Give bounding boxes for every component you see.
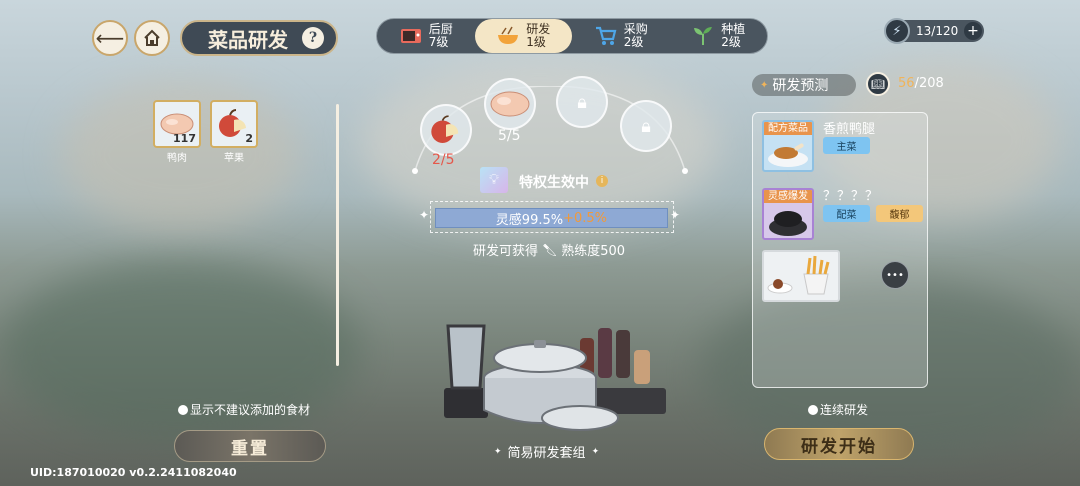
- research-slot-apple[interactable]: [420, 104, 472, 156]
- show-unrecommended-toggle[interactable]: 显示不建议添加的食材: [178, 401, 310, 418]
- apple-icon: [431, 115, 459, 143]
- book-max: 208: [918, 76, 944, 91]
- reward-text: 熟练度500: [561, 244, 626, 259]
- more-button[interactable]: •••: [881, 261, 909, 289]
- tab-kitchen[interactable]: 后厨 7级: [377, 19, 475, 53]
- kit-name-text: 简易研发套组: [507, 446, 586, 461]
- recipe-card[interactable]: 灵感爆发: [762, 188, 814, 240]
- back-button[interactable]: ⟵: [92, 20, 128, 56]
- bowl-icon: [496, 26, 520, 46]
- cart-icon: [594, 26, 618, 46]
- sparkle-icon: ✦: [670, 208, 681, 222]
- lightning-icon: ⚡: [884, 18, 910, 44]
- reward-prefix: 研发可获得: [473, 244, 539, 259]
- duck-amount: 5/5: [498, 128, 521, 144]
- research-slot-locked: 🔒︎: [620, 100, 672, 152]
- reset-label: 重置: [231, 438, 269, 459]
- info-icon[interactable]: i: [596, 175, 608, 187]
- sparkle-icon: ✦: [494, 446, 502, 457]
- help-button[interactable]: ?: [302, 27, 324, 49]
- apple-amount: 2/5: [432, 152, 455, 168]
- microwave-icon: [399, 26, 423, 46]
- stamina-counter: ⚡ 13/120 +: [884, 18, 984, 44]
- preview-header: ✦ 研发预测: [752, 74, 856, 96]
- ingredient-slot-duck[interactable]: 117: [153, 100, 201, 148]
- radio-icon: [178, 405, 188, 415]
- fries-platter-icon: [767, 255, 830, 295]
- tab-planting-level: 2级: [721, 35, 741, 49]
- inspiration-bar: 灵感99.5% +0.5%: [435, 208, 668, 228]
- research-slot-duck[interactable]: [484, 78, 536, 130]
- home-icon: [144, 29, 160, 46]
- recipe-name: 香煎鸭腿: [823, 122, 876, 137]
- tab-purchase-level: 2级: [623, 35, 644, 49]
- recipe-tag-side: 配菜: [823, 205, 870, 222]
- research-slot-locked: 🔒︎: [556, 76, 608, 128]
- lock-icon: 🔒︎: [641, 115, 651, 137]
- duck-meat-icon: [490, 91, 530, 117]
- inspiration-meter: 灵感99.5% +0.5%: [430, 201, 674, 233]
- privilege-icon: 💡︎: [480, 167, 508, 193]
- stamina-max: 120: [935, 24, 959, 38]
- sprout-icon: [691, 26, 715, 46]
- ingredient-count: 2: [245, 132, 253, 145]
- reward-line: 研发可获得 🔪︎ 熟练度500: [473, 240, 626, 260]
- recipe-tag-main: 主菜: [823, 137, 870, 154]
- mystery-dish-icon: [769, 211, 807, 236]
- ingredient-name: 鸭肉: [167, 153, 187, 164]
- inspiration-value: 灵感99.5%: [495, 212, 564, 228]
- research-kit-image: [444, 324, 666, 431]
- sparkle-icon: ✦: [760, 79, 769, 91]
- book-current: 56: [898, 76, 915, 91]
- start-label: 研发开始: [801, 436, 877, 457]
- ingredient-slot-apple[interactable]: 2: [210, 100, 258, 148]
- home-button[interactable]: [134, 20, 170, 56]
- page-title: 菜品研发: [208, 27, 288, 52]
- tab-planting-label: 种植: [721, 22, 746, 36]
- category-tabs: 后厨 7级 研发 1级 采购 2级 种植 2级: [376, 18, 768, 54]
- recipe-badge: 配方菜品: [764, 122, 812, 135]
- recipe-card[interactable]: 配方菜品: [762, 120, 814, 172]
- divider-scrollbar: [336, 104, 339, 366]
- recipe-name: ？？？？: [823, 189, 880, 204]
- preview-label: 研发预测: [772, 78, 829, 94]
- continuous-research-toggle[interactable]: 连续研发: [808, 401, 868, 418]
- ingredient-count: 117: [173, 132, 196, 145]
- toggle-label: 显示不建议添加的食材: [190, 403, 311, 417]
- lock-icon: 🔒︎: [577, 91, 587, 113]
- stamina-current: 13: [916, 24, 932, 38]
- radio-icon: [808, 405, 818, 415]
- sparkle-icon: ✦: [419, 208, 430, 222]
- recipe-card[interactable]: [762, 250, 840, 302]
- reset-button[interactable]: 重置: [174, 430, 326, 462]
- tab-kitchen-label: 后厨: [428, 22, 453, 36]
- recipe-badge: 灵感爆发: [764, 190, 812, 203]
- sparkle-icon: ✦: [591, 446, 600, 457]
- recipe-book-button[interactable]: 📖︎: [866, 72, 890, 96]
- tab-purchase-label: 采购: [623, 22, 648, 36]
- tab-research-label: 研发: [526, 22, 551, 36]
- continuous-label: 连续研发: [820, 403, 869, 417]
- tab-research-level: 1级: [526, 35, 546, 49]
- tab-research[interactable]: 研发 1级: [474, 19, 572, 53]
- privilege-label: 特权生效中: [519, 175, 589, 191]
- tab-purchase[interactable]: 采购 2级: [572, 19, 670, 53]
- arrow-left-icon: ⟵: [95, 26, 125, 50]
- uid-version: UID:187010020 v0.2.2411082040: [30, 466, 237, 479]
- knife-icon: 🔪︎: [542, 242, 558, 257]
- inspiration-bonus: +0.5%: [563, 210, 608, 226]
- recipe-tag-aroma: 馥郁: [876, 205, 923, 222]
- start-research-button[interactable]: 研发开始: [764, 428, 914, 460]
- recipe-book-count: 56/208: [898, 76, 944, 91]
- kit-name: ✦ 简易研发套组 ✦: [494, 442, 599, 461]
- page-title-box: 菜品研发 ?: [180, 20, 338, 56]
- tab-planting[interactable]: 种植 2级: [670, 19, 768, 53]
- ingredient-name: 苹果: [224, 153, 244, 164]
- book-icon: 📖︎: [871, 77, 885, 91]
- fried-duck-leg-icon: [768, 143, 808, 167]
- add-stamina-button[interactable]: +: [964, 22, 982, 40]
- tab-kitchen-level: 7级: [428, 35, 449, 49]
